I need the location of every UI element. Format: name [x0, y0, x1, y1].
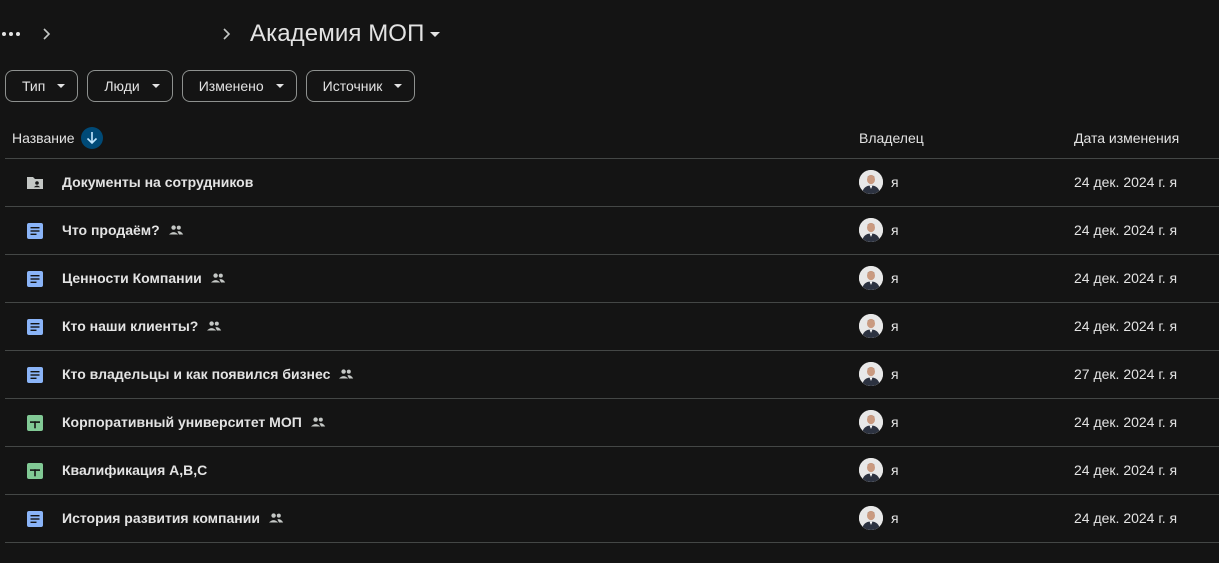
owner-cell: я: [859, 506, 899, 530]
owner-cell: я: [859, 458, 899, 482]
shared-people-icon: [310, 414, 326, 430]
shared-people-icon: [210, 270, 226, 286]
google-docs-icon: [25, 269, 45, 289]
owner-name: я: [891, 318, 899, 334]
google-docs-icon: [25, 509, 45, 529]
avatar: [859, 410, 883, 434]
owner-name: я: [891, 510, 899, 526]
filter-people-chip[interactable]: Люди: [87, 70, 173, 102]
google-docs-icon: [25, 317, 45, 337]
breadcrumb: Академия МОП: [0, 14, 444, 54]
owner-cell: я: [859, 410, 899, 434]
dropdown-arrow-icon: [430, 31, 441, 37]
owner-name: я: [891, 462, 899, 478]
file-name: История развития компании: [62, 510, 284, 526]
dropdown-arrow-icon: [394, 84, 403, 88]
file-name: Кто наши клиенты?: [62, 318, 222, 334]
owner-name: я: [891, 222, 899, 238]
dropdown-arrow-icon: [275, 84, 284, 88]
table-row[interactable]: Ценности Компании я 24 дек. 2024 г. я: [5, 255, 1219, 303]
table-header: Название Владелец Дата изменения: [5, 118, 1219, 159]
file-name-text: Кто владельцы и как появился бизнес: [62, 366, 331, 382]
table-row[interactable]: Кто наши клиенты? я 24 дек. 2024 г. я: [5, 303, 1219, 351]
breadcrumb-hidden-item[interactable]: [54, 18, 214, 50]
shared-folder-icon: [25, 173, 45, 193]
table-row[interactable]: История развития компании я 24 дек. 2024 г…: [5, 495, 1219, 543]
filter-label: Изменено: [198, 78, 264, 94]
avatar: [859, 362, 883, 386]
file-name-text: Корпоративный университет МОП: [62, 414, 302, 430]
column-header-modified[interactable]: Дата изменения: [1074, 130, 1179, 146]
column-header-name[interactable]: Название: [12, 127, 103, 149]
file-name-text: История развития компании: [62, 510, 260, 526]
file-name-text: Что продаём?: [62, 222, 160, 238]
file-name-text: Ценности Компании: [62, 270, 202, 286]
current-folder-menu[interactable]: Академия МОП: [250, 14, 444, 54]
modified-date: 24 дек. 2024 г. я: [1074, 270, 1178, 286]
filter-source-chip[interactable]: Источник: [305, 70, 416, 102]
file-name: Что продаём?: [62, 222, 184, 238]
file-name: Документы на сотрудников: [62, 174, 253, 190]
file-name: Ценности Компании: [62, 270, 226, 286]
google-docs-icon: [25, 365, 45, 385]
modified-date: 24 дек. 2024 г. я: [1074, 174, 1178, 190]
file-name: Квалификация А,В,С: [62, 462, 207, 478]
table-row[interactable]: Что продаём? я 24 дек. 2024 г. я: [5, 207, 1219, 255]
table-row[interactable]: Документы на сотрудников я 24 дек. 2024 г.…: [5, 159, 1219, 207]
file-name-text: Кто наши клиенты?: [62, 318, 199, 334]
google-sheets-icon: [25, 413, 45, 433]
table-row[interactable]: Корпоративный университет МОП я 24 дек. 20…: [5, 399, 1219, 447]
shared-people-icon: [268, 510, 284, 526]
shared-people-icon: [206, 318, 222, 334]
column-label-name: Название: [12, 130, 75, 146]
dropdown-arrow-icon: [151, 84, 160, 88]
owner-cell: я: [859, 170, 899, 194]
file-name: Корпоративный университет МОП: [62, 414, 326, 430]
modified-date: 24 дек. 2024 г. я: [1074, 414, 1178, 430]
file-name-text: Документы на сотрудников: [62, 174, 254, 190]
table-row[interactable]: Квалификация А,В,С я 24 дек. 2024 г. я: [5, 447, 1219, 495]
owner-cell: я: [859, 218, 899, 242]
google-sheets-icon: [25, 461, 45, 481]
owner-cell: я: [859, 362, 899, 386]
filter-modified-chip[interactable]: Изменено: [181, 70, 297, 102]
filter-bar: Тип Люди Изменено Источник: [5, 70, 416, 102]
more-horiz-icon[interactable]: [0, 14, 26, 54]
modified-date: 27 дек. 2024 г. я: [1074, 366, 1178, 382]
modified-date: 24 дек. 2024 г. я: [1074, 510, 1178, 526]
drive-folder-view: Академия МОП Тип Люди Изменено Источник …: [0, 0, 1219, 563]
modified-date: 24 дек. 2024 г. я: [1074, 318, 1178, 334]
arrow-downward-icon[interactable]: [80, 127, 103, 149]
avatar: [859, 506, 883, 530]
avatar: [859, 170, 883, 194]
avatar: [859, 218, 883, 242]
shared-people-icon: [338, 366, 354, 382]
chevron-right-icon: [38, 26, 54, 42]
owner-name: я: [891, 270, 899, 286]
column-header-owner[interactable]: Владелец: [859, 130, 924, 146]
shared-people-icon: [168, 222, 184, 238]
file-list: Документы на сотрудников я 24 дек. 2024 г.…: [5, 159, 1219, 543]
avatar: [859, 266, 883, 290]
google-docs-icon: [25, 221, 45, 241]
avatar: [859, 314, 883, 338]
owner-cell: я: [859, 266, 899, 290]
chevron-right-icon: [218, 26, 234, 42]
file-name-text: Квалификация А,В,С: [62, 462, 208, 478]
file-name: Кто владельцы и как появился бизнес: [62, 366, 354, 382]
page-title: Академия МОП: [250, 20, 425, 47]
owner-name: я: [891, 366, 899, 382]
modified-date: 24 дек. 2024 г. я: [1074, 462, 1178, 478]
owner-name: я: [891, 174, 899, 190]
filter-label: Источник: [322, 78, 383, 94]
filter-label: Тип: [22, 78, 46, 94]
owner-cell: я: [859, 314, 899, 338]
modified-date: 24 дек. 2024 г. я: [1074, 222, 1178, 238]
owner-name: я: [891, 414, 899, 430]
filter-type-chip[interactable]: Тип: [5, 70, 79, 102]
avatar: [859, 458, 883, 482]
table-row[interactable]: Кто владельцы и как появился бизнес я 27 д…: [5, 351, 1219, 399]
dropdown-arrow-icon: [57, 84, 66, 88]
filter-label: Люди: [104, 78, 140, 94]
